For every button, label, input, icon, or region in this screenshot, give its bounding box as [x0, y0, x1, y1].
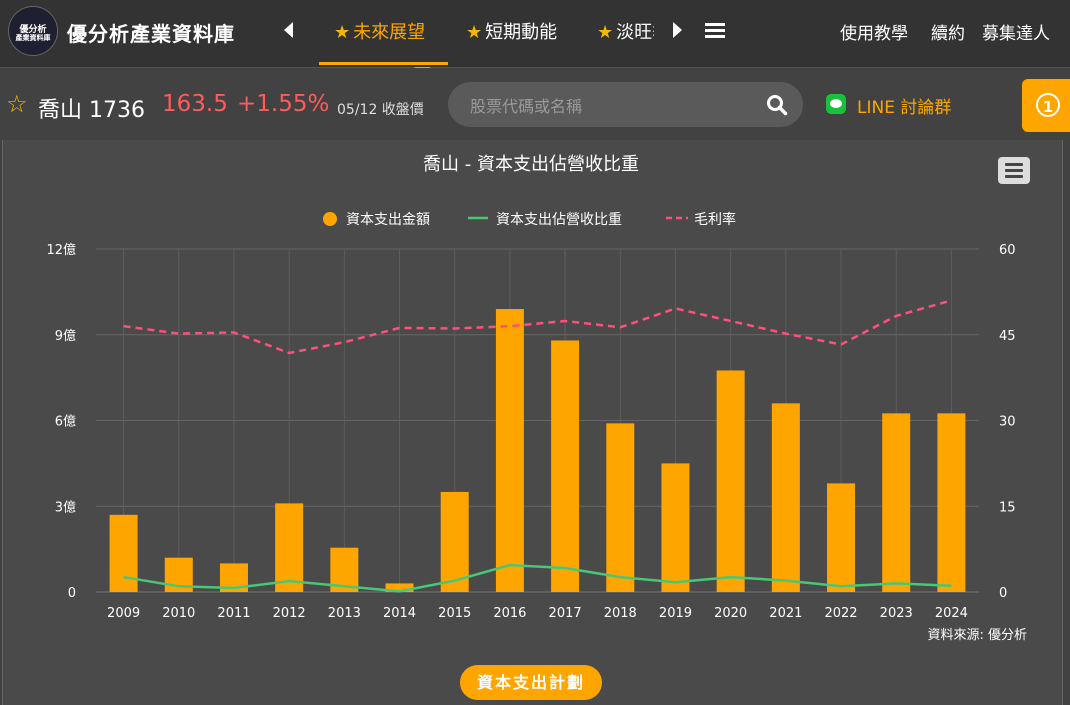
- x-axis-tick-label: 2019: [659, 606, 692, 621]
- bar-capex[interactable]: [661, 463, 690, 592]
- point-gross-margin[interactable]: [893, 313, 899, 319]
- bar-capex[interactable]: [716, 370, 745, 592]
- point-gross-margin[interactable]: [948, 297, 954, 303]
- point-gross-margin[interactable]: [838, 341, 844, 347]
- point-gross-margin[interactable]: [562, 318, 568, 324]
- bar-capex[interactable]: [882, 413, 911, 592]
- bar-capex[interactable]: [606, 423, 635, 592]
- point-capex-ratio[interactable]: [893, 580, 899, 586]
- point-capex-ratio[interactable]: [286, 578, 292, 584]
- left-axis-tick-label: 3億: [55, 499, 76, 515]
- x-axis-tick-label: 2016: [493, 606, 526, 621]
- legend-label-margin[interactable]: 毛利率: [694, 211, 736, 228]
- point-capex-ratio[interactable]: [176, 583, 182, 589]
- point-gross-margin[interactable]: [617, 324, 623, 330]
- left-axis-tick-label: 12億: [46, 242, 76, 258]
- point-capex-ratio[interactable]: [341, 583, 347, 589]
- point-gross-margin[interactable]: [783, 331, 789, 337]
- x-axis-tick-label: 2022: [824, 606, 857, 621]
- point-capex-ratio[interactable]: [507, 562, 513, 568]
- capex-chart: 喬山 - 資本支出佔營收比重 資本支出金額 資本支出佔營收比重 毛利率 0 3億 6…: [46, 154, 1027, 643]
- x-axis-tick-label: 2014: [383, 606, 416, 621]
- left-axis-tick-label: 0: [68, 586, 76, 601]
- bar-capex[interactable]: [937, 413, 966, 592]
- bar-capex[interactable]: [827, 483, 856, 592]
- point-gross-margin[interactable]: [121, 323, 127, 329]
- x-axis-tick-label: 2012: [273, 606, 306, 621]
- x-axis-tick-label: 2021: [769, 606, 802, 621]
- x-axis-tick-label: 2023: [880, 606, 913, 621]
- x-axis-tick-label: 2024: [935, 606, 968, 621]
- point-capex-ratio[interactable]: [948, 583, 954, 589]
- x-axis-tick-label: 2020: [714, 606, 747, 621]
- x-axis-tick-label: 2011: [217, 606, 250, 621]
- x-axis-tick-label: 2017: [549, 606, 582, 621]
- bar-capex[interactable]: [551, 340, 580, 592]
- right-axis-tick-label: 45: [999, 329, 1016, 344]
- point-capex-ratio[interactable]: [562, 565, 568, 571]
- point-capex-ratio[interactable]: [728, 574, 734, 580]
- capex-plan-button[interactable]: 資本支出計劃: [460, 665, 602, 700]
- point-capex-ratio[interactable]: [397, 588, 403, 594]
- right-axis-tick-label: 30: [999, 415, 1016, 430]
- left-axis-tick-label: 6億: [55, 414, 76, 430]
- bar-capex[interactable]: [109, 514, 138, 592]
- plot-area: 0 3億 6億 9億 12億 0 15 30 45 60 2009 2010 2011 2012 2013 2…: [46, 242, 1015, 621]
- point-capex-ratio[interactable]: [783, 578, 789, 584]
- x-axis-tick-label: 2018: [604, 606, 637, 621]
- right-axis-tick-label: 0: [999, 586, 1007, 601]
- point-gross-margin[interactable]: [231, 329, 237, 335]
- bar-capex[interactable]: [771, 403, 800, 592]
- right-axis-tick-label: 60: [999, 243, 1016, 258]
- source-label: 資料來源: 優分析: [927, 628, 1027, 643]
- point-gross-margin[interactable]: [341, 339, 347, 345]
- point-gross-margin[interactable]: [728, 318, 734, 324]
- point-capex-ratio[interactable]: [452, 578, 458, 584]
- point-capex-ratio[interactable]: [617, 574, 623, 580]
- chart-menu-icon[interactable]: [998, 157, 1030, 184]
- point-gross-margin[interactable]: [507, 323, 513, 329]
- bar-capex[interactable]: [495, 309, 524, 592]
- left-axis-tick-label: 9億: [55, 328, 76, 344]
- legend-marker-capex: [323, 212, 337, 226]
- line-gross-margin[interactable]: [123, 299, 952, 355]
- x-axis-tick-label: 2013: [328, 606, 361, 621]
- point-gross-margin[interactable]: [176, 331, 182, 337]
- point-capex-ratio[interactable]: [121, 574, 127, 580]
- x-axis-tick-label: 2010: [162, 606, 195, 621]
- point-gross-margin[interactable]: [397, 325, 403, 331]
- point-capex-ratio[interactable]: [672, 579, 678, 585]
- x-axis-tick-label: 2009: [107, 606, 140, 621]
- point-gross-margin[interactable]: [452, 325, 458, 331]
- point-capex-ratio[interactable]: [231, 585, 237, 591]
- right-axis-tick-label: 15: [999, 500, 1016, 515]
- x-axis-tick-label: 2015: [438, 606, 471, 621]
- legend-label-ratio[interactable]: 資本支出佔營收比重: [496, 212, 622, 228]
- point-gross-margin[interactable]: [286, 350, 292, 356]
- legend-label-capex[interactable]: 資本支出金額: [346, 212, 430, 228]
- point-capex-ratio[interactable]: [838, 583, 844, 589]
- point-gross-margin[interactable]: [672, 305, 678, 311]
- chart-legend: 資本支出金額 資本支出佔營收比重 毛利率: [323, 211, 736, 228]
- chart-title: 喬山 - 資本支出佔營收比重: [423, 154, 639, 175]
